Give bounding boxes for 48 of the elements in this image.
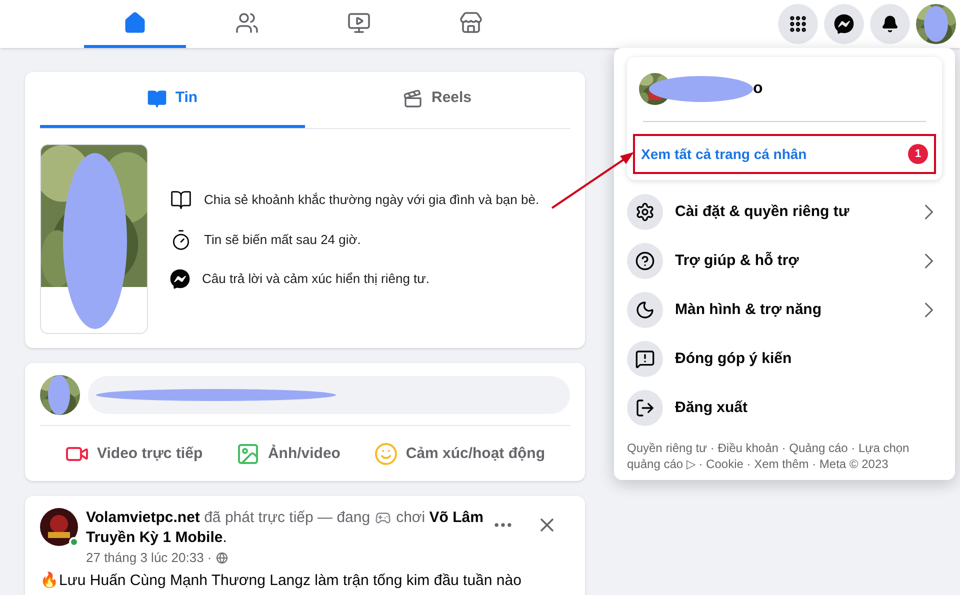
post-time: 27 tháng 3 lúc 20:33 · — [86, 549, 212, 567]
menu-item[interactable]: Đóng góp ý kiến — [627, 341, 942, 377]
exclamation-bubble-icon — [635, 349, 655, 369]
messenger-icon — [834, 14, 854, 34]
smiley-icon — [374, 442, 398, 466]
composer-action[interactable]: Cảm xúc/hoạt động — [374, 434, 545, 474]
tip-text: Tin sẽ biến mất sau 24 giờ. — [204, 231, 361, 250]
bell-icon — [881, 15, 899, 33]
tip-text: Chia sẻ khoảnh khắc thường ngày với gia đình và bạn bè. — [204, 191, 540, 210]
help-icon — [635, 251, 655, 271]
profile-name: o — [753, 79, 763, 99]
see-all-profiles-link[interactable]: Xem tất cả trang cá nhân 1 — [633, 134, 936, 174]
grid-icon — [788, 14, 808, 34]
menu-item[interactable]: Trợ giúp & hỗ trợ — [627, 243, 942, 279]
video-screen-icon — [347, 10, 371, 34]
home-icon — [123, 10, 147, 34]
globe-icon — [216, 552, 228, 564]
stories-tab[interactable]: Reels — [305, 72, 570, 128]
avatar[interactable] — [916, 4, 956, 44]
post-header-text: Volamvietpc.net đã phát trực tiếp — đang — [86, 508, 370, 528]
menu-item[interactable]: Đăng xuất — [627, 390, 942, 426]
post-header-text: chơi Võ Lâm — [396, 508, 484, 528]
page-avatar — [40, 508, 78, 546]
menu-item[interactable]: Màn hình & trợ năng — [627, 292, 942, 328]
tip-text: Câu trả lời và cảm xúc hiển thị riêng tư. — [202, 270, 430, 288]
footer-links: Quyền riêng tư · Điều khoản · Quảng cáo · Lựa chọn quảng cáo ▷ · Cookie · Xem thêm · Meta © 2023 — [627, 440, 910, 472]
timer-icon — [170, 229, 192, 251]
composer-action[interactable]: Ảnh/video — [236, 434, 340, 474]
store-icon — [459, 10, 483, 34]
notifications-button[interactable] — [870, 4, 910, 44]
messenger-button[interactable] — [824, 4, 864, 44]
post-field[interactable] — [88, 376, 570, 414]
moon-icon — [635, 300, 655, 320]
gamepad-icon — [375, 510, 392, 526]
stories-tab[interactable]: Tin — [40, 72, 305, 128]
notification-badge: 1 — [908, 144, 928, 164]
menu-button[interactable] — [778, 4, 818, 44]
photo-icon — [236, 442, 260, 466]
messenger-icon — [170, 269, 190, 289]
book-icon — [147, 88, 168, 108]
logout-icon — [635, 398, 655, 418]
people-icon — [235, 10, 259, 34]
gear-icon — [635, 202, 655, 222]
clapperboard-icon — [403, 88, 424, 108]
menu-item[interactable]: Cài đặt & quyền riêng tư — [627, 194, 942, 230]
composer-action[interactable]: Video trực tiếp — [65, 434, 203, 474]
post-header-text: Truyền Kỳ 1 Mobile. — [86, 528, 227, 548]
post-text: 🔥Lưu Huấn Cùng Mạnh Thương Langz làm trận tống kim đầu tuần nào — [40, 572, 522, 590]
